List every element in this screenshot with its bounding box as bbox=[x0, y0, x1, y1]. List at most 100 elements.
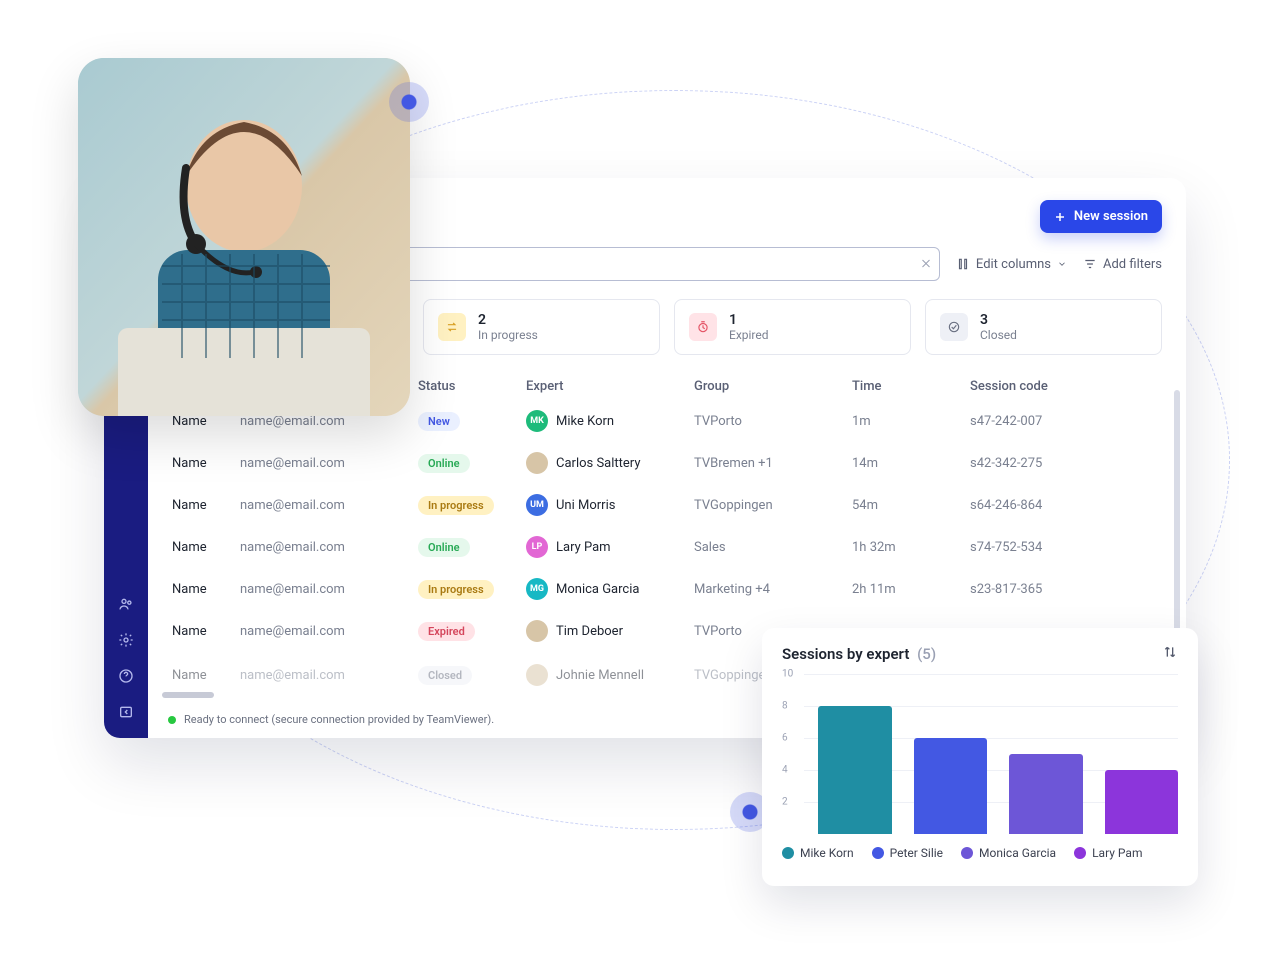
cell-group: Marketing +4 bbox=[694, 582, 844, 597]
cell-status: Expired bbox=[418, 622, 518, 641]
add-filters-button[interactable]: Add filters bbox=[1083, 257, 1162, 272]
cell-expert: Tim Deboer bbox=[526, 620, 686, 642]
collapse-icon[interactable] bbox=[118, 704, 134, 724]
status-badge: Expired bbox=[418, 622, 475, 641]
status-indicator-icon bbox=[168, 716, 176, 724]
cell-status: Online bbox=[418, 454, 518, 473]
stat-label: Expired bbox=[729, 328, 769, 342]
cell-expert: MKMike Korn bbox=[526, 410, 686, 432]
legend-item[interactable]: Mike Korn bbox=[782, 846, 854, 860]
col-time[interactable]: Time bbox=[852, 379, 962, 394]
col-group[interactable]: Group bbox=[694, 379, 844, 394]
y-tick: 4 bbox=[782, 765, 788, 776]
table-row[interactable]: Name name@email.com Online Carlos Salttery T… bbox=[172, 442, 1162, 484]
edit-columns-label: Edit columns bbox=[976, 257, 1051, 272]
cell-email: name@email.com bbox=[240, 456, 410, 471]
cell-name: Name bbox=[172, 582, 232, 597]
cell-expert: Johnie Mennell bbox=[526, 664, 686, 686]
col-expert[interactable]: Expert bbox=[526, 379, 686, 394]
clear-icon[interactable] bbox=[920, 255, 932, 274]
check-icon bbox=[940, 313, 968, 341]
avatar bbox=[526, 620, 548, 642]
col-status[interactable]: Status bbox=[418, 379, 518, 394]
legend-label: Peter Silie bbox=[890, 846, 943, 860]
help-icon[interactable] bbox=[118, 668, 134, 688]
cell-time: 2h 11m bbox=[852, 582, 962, 597]
new-session-button[interactable]: New session bbox=[1040, 200, 1162, 233]
horizontal-scrollbar[interactable] bbox=[162, 692, 214, 698]
sessions-by-expert-chart: Sessions by expert (5) 246810 Mike KornP… bbox=[762, 628, 1198, 886]
cell-email: name@email.com bbox=[240, 540, 410, 555]
status-badge: Closed bbox=[418, 666, 472, 685]
avatar: UM bbox=[526, 494, 548, 516]
legend-label: Monica Garcia bbox=[979, 846, 1056, 860]
stat-label: Closed bbox=[980, 328, 1017, 342]
cell-status: Closed bbox=[418, 666, 518, 685]
legend-item[interactable]: Monica Garcia bbox=[961, 846, 1056, 860]
swap-icon bbox=[438, 313, 466, 341]
cell-time: 1h 32m bbox=[852, 540, 962, 555]
legend-label: Lary Pam bbox=[1092, 846, 1142, 860]
cell-status: In progress bbox=[418, 496, 518, 515]
legend-item[interactable]: Lary Pam bbox=[1074, 846, 1142, 860]
legend-swatch-icon bbox=[782, 847, 794, 859]
status-text: Ready to connect (secure connection prov… bbox=[184, 713, 494, 726]
y-tick: 6 bbox=[782, 733, 788, 744]
edit-columns-button[interactable]: Edit columns bbox=[956, 257, 1067, 272]
avatar bbox=[526, 664, 548, 686]
chart-sort-button[interactable] bbox=[1162, 644, 1178, 664]
cell-group: TVGoppingen bbox=[694, 498, 844, 513]
avatar: MG bbox=[526, 578, 548, 600]
cell-expert: Carlos Salttery bbox=[526, 452, 686, 474]
stat-label: In progress bbox=[478, 328, 538, 342]
cell-time: 54m bbox=[852, 498, 962, 513]
new-session-label: New session bbox=[1074, 209, 1148, 224]
cell-session-code: s47-242-007 bbox=[970, 414, 1160, 429]
cell-name: Name bbox=[172, 498, 232, 513]
chart-bar[interactable] bbox=[914, 738, 988, 834]
status-badge: Online bbox=[418, 454, 470, 473]
stat-card[interactable]: 3Closed bbox=[925, 299, 1162, 355]
cell-name: Name bbox=[172, 540, 232, 555]
cell-status: New bbox=[418, 412, 518, 431]
avatar bbox=[526, 452, 548, 474]
cell-expert: LPLary Pam bbox=[526, 536, 686, 558]
timer-icon bbox=[689, 313, 717, 341]
legend-label: Mike Korn bbox=[800, 846, 854, 860]
cell-group: TVBremen +1 bbox=[694, 456, 844, 471]
chart-bar[interactable] bbox=[1009, 754, 1083, 834]
status-badge: New bbox=[418, 412, 460, 431]
cell-session-code: s64-246-864 bbox=[970, 498, 1160, 513]
cell-group: Sales bbox=[694, 540, 844, 555]
cell-status: Online bbox=[418, 538, 518, 557]
cell-status: In progress bbox=[418, 580, 518, 599]
gear-icon[interactable] bbox=[118, 632, 134, 652]
cell-time: 14m bbox=[852, 456, 962, 471]
chart-title: Sessions by expert bbox=[782, 645, 909, 663]
status-badge: In progress bbox=[418, 580, 494, 599]
legend-swatch-icon bbox=[1074, 847, 1086, 859]
cell-email: name@email.com bbox=[240, 624, 410, 639]
cell-name: Name bbox=[172, 668, 232, 683]
vertical-scrollbar[interactable] bbox=[1174, 390, 1180, 662]
table-row[interactable]: Name name@email.com Online LPLary Pam Sales 1… bbox=[172, 526, 1162, 568]
stat-card[interactable]: 2In progress bbox=[423, 299, 660, 355]
col-session-code[interactable]: Session code bbox=[970, 379, 1160, 394]
chart-bar[interactable] bbox=[818, 706, 892, 834]
cell-time: 1m bbox=[852, 414, 962, 429]
cell-session-code: s23-817-365 bbox=[970, 582, 1160, 597]
avatar: LP bbox=[526, 536, 548, 558]
y-tick: 10 bbox=[782, 669, 793, 680]
cell-expert: MGMonica Garcia bbox=[526, 578, 686, 600]
avatar: MK bbox=[526, 410, 548, 432]
users-icon[interactable] bbox=[118, 596, 134, 616]
stat-card[interactable]: 1Expired bbox=[674, 299, 911, 355]
table-row[interactable]: Name name@email.com In progress MGMonica Ga… bbox=[172, 568, 1162, 610]
cell-name: Name bbox=[172, 456, 232, 471]
cell-email: name@email.com bbox=[240, 582, 410, 597]
plus-icon bbox=[1054, 211, 1066, 223]
legend-item[interactable]: Peter Silie bbox=[872, 846, 943, 860]
table-row[interactable]: Namename@email.comIn progressUMUni Morri… bbox=[172, 484, 1162, 526]
status-badge: Online bbox=[418, 538, 470, 557]
chart-bar[interactable] bbox=[1105, 770, 1179, 834]
